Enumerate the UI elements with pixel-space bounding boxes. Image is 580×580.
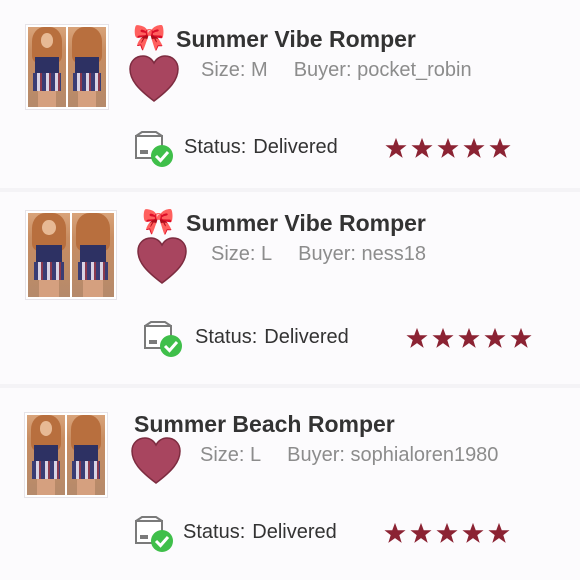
star-icon (432, 327, 454, 348)
order-card[interactable]: Summer Beach Romper Size: L Buyer: sophia… (0, 388, 580, 580)
product-thumbnail[interactable] (25, 24, 109, 110)
heart-icon[interactable] (130, 436, 182, 486)
order-meta: Size: L Buyer: ness18 (211, 243, 426, 266)
star-icon (384, 522, 406, 543)
star-icon (458, 327, 480, 348)
package-delivered-icon (135, 516, 173, 552)
star-icon (463, 137, 485, 158)
buyer-group: Buyer: pocket_robin (293, 59, 472, 81)
rating-stars (385, 137, 511, 159)
buyer-group: Buyer: ness18 (298, 243, 427, 265)
product-photo-back (72, 213, 114, 297)
bow-icon: 🎀 (142, 206, 175, 236)
size-group: Size: M (201, 59, 268, 81)
package-delivered-icon (135, 131, 173, 167)
order-status: Status: Delivered (183, 521, 337, 543)
status-value: Delivered (252, 521, 337, 543)
star-icon (510, 327, 532, 348)
star-icon (436, 522, 458, 543)
star-icon (462, 522, 484, 543)
heart-icon[interactable] (128, 54, 180, 104)
order-title: Summer Vibe Romper (176, 26, 416, 52)
buyer-group: Buyer: sophialoren1980 (287, 444, 499, 466)
order-title: Summer Beach Romper (134, 411, 395, 437)
order-card[interactable]: 🎀 Summer Vibe Romper Size: M Buyer: pocke… (0, 0, 580, 188)
size-group: Size: L (211, 243, 273, 265)
product-photo-front (28, 213, 70, 297)
product-thumbnail[interactable] (24, 412, 108, 498)
package-delivered-icon (144, 321, 182, 357)
product-photo-front (27, 415, 65, 495)
size-group: Size: L (200, 444, 262, 466)
rating-stars (406, 327, 532, 349)
star-icon (410, 522, 432, 543)
status-value: Delivered (253, 136, 338, 158)
product-photo-back (68, 27, 106, 107)
order-card[interactable]: 🎀 Summer Vibe Romper Size: L Buyer: ness1… (0, 192, 580, 384)
star-icon (385, 137, 407, 158)
heart-icon[interactable] (136, 236, 188, 286)
status-value: Delivered (264, 326, 349, 348)
product-thumbnail[interactable] (25, 210, 117, 300)
star-icon (484, 327, 506, 348)
order-title: Summer Vibe Romper (186, 210, 426, 236)
order-status: Status: Delivered (184, 136, 338, 158)
bow-icon: 🎀 (133, 22, 166, 52)
star-icon (488, 522, 510, 543)
star-icon (437, 137, 459, 158)
order-meta: Size: M Buyer: pocket_robin (201, 59, 472, 82)
order-meta: Size: L Buyer: sophialoren1980 (200, 444, 498, 467)
star-icon (411, 137, 433, 158)
star-icon (406, 327, 428, 348)
star-icon (489, 137, 511, 158)
product-photo-back (67, 415, 105, 495)
product-photo-front (28, 27, 66, 107)
order-status: Status: Delivered (195, 326, 349, 348)
rating-stars (384, 522, 510, 544)
